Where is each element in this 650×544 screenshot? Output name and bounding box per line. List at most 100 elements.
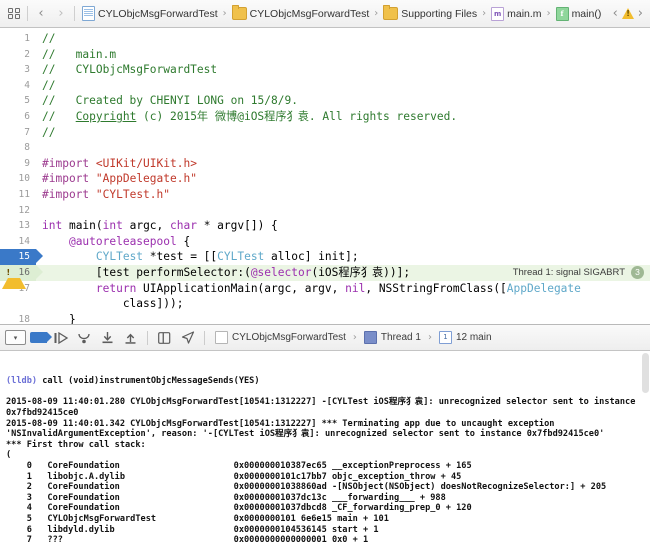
line-number[interactable]: 10 [0,171,36,187]
simulate-location-button[interactable] [177,328,198,347]
line-number[interactable]: 7 [0,125,36,141]
warning-triangle-icon[interactable] [2,267,26,289]
console-scrollbar[interactable] [642,353,649,393]
related-items-button[interactable] [4,4,24,24]
line-number[interactable]: 6 [0,109,36,125]
code-text[interactable]: CYLTest *test = [[CYLTest alloc] init]; [36,249,650,265]
code-text[interactable]: return UIApplicationMain(argc, argv, nil… [36,281,650,297]
breadcrumb-label: CYLObjcMsgForwardTest [98,8,218,20]
breadcrumb-item-file[interactable]: m main.m [489,6,543,22]
xcode-window: ‹ › CYLObjcMsgForwardTest › CYLObjcMsgFo… [0,0,650,544]
line-number[interactable]: 12 [0,203,36,219]
debug-crumb-thread[interactable]: Thread 1 [362,331,423,344]
code-line: 4// [0,78,650,94]
code-line: 14 @autoreleasepool { [0,234,650,250]
code-token: #import [42,172,89,185]
breadcrumb-item-supporting-files[interactable]: Supporting Files [381,6,479,21]
navigate-forward-button[interactable]: › [51,4,71,24]
breadcrumb-item-symbol[interactable]: f main() [554,6,604,22]
console-log-line: 2015-08-09 11:40:01.280 CYLObjcMsgForwar… [6,397,646,408]
console-text: 2015-08-09 11:40:01.280 CYLObjcMsgForwar… [6,397,635,407]
code-token: // [42,32,55,45]
breadcrumb-item-project[interactable]: CYLObjcMsgForwardTest [80,5,220,22]
code-text[interactable] [36,203,650,219]
code-text[interactable]: class])); [36,296,650,312]
chevron-right-icon: › [353,332,357,343]
console-log-line: 0x7fbd92415ce0 [6,408,646,419]
code-line: 9#import <UIKit/UIKit.h> [0,156,650,172]
debug-console[interactable]: (lldb) call (void)instrumentObjcMessageS… [0,351,650,544]
console-log-line: 1 libobjc.A.dylib 0x0000000101c17bb7 obj… [6,472,646,483]
divider [27,6,28,21]
line-number[interactable]: 15 [0,249,36,265]
code-line: 8 [0,140,650,156]
code-token: // [42,126,55,139]
runtime-issue-badge[interactable]: Thread 1: signal SIGABRT3 [505,266,646,279]
code-token: int [103,219,123,232]
code-token: nil [345,282,365,295]
debug-crumb-process[interactable]: CYLObjcMsgForwardTest [213,331,348,344]
console-text: 3 CoreFoundation 0x00000001037dc13c ___f… [6,493,446,503]
next-issue-button[interactable]: › [638,7,643,20]
debug-view-hierarchy-button[interactable] [154,328,175,347]
document-icon [82,6,95,21]
code-text[interactable]: } [36,312,650,324]
code-token: alloc] init]; [264,250,358,263]
code-text[interactable]: #import <UIKit/UIKit.h> [36,156,650,172]
code-token: Copyright [76,110,137,123]
breadcrumb: CYLObjcMsgForwardTest › CYLObjcMsgForwar… [80,5,613,22]
breadcrumb-item-group[interactable]: CYLObjcMsgForwardTest [230,6,372,21]
code-token [42,250,96,263]
step-out-button[interactable] [120,328,141,347]
console-log-line: 7 ??? 0x0000000000000001 0x0 + 1 [6,535,646,544]
line-number[interactable]: 8 [0,140,36,156]
thread-icon [364,331,377,344]
line-number[interactable]: 11 [0,187,36,203]
step-into-button[interactable] [97,328,118,347]
warning-triangle-icon[interactable] [622,8,634,19]
hide-console-button[interactable]: ▾ [5,328,26,347]
code-text[interactable]: #import "CYLTest.h" [36,187,650,203]
code-line: 2// main.m [0,47,650,63]
debug-view-hierarchy-icon [158,332,171,344]
line-number[interactable]: 3 [0,62,36,78]
console-output: (lldb) call (void)instrumentObjcMessageS… [6,376,646,544]
code-text[interactable]: @autoreleasepool { [36,234,650,250]
source-editor[interactable]: 1//2// main.m3// CYLObjcMsgForwardTest4/… [0,28,650,324]
code-token: (c) 2015年 微博@iOS程序犭袁. All rights reserve… [136,110,457,123]
debug-bar: ▾ [0,324,650,351]
navigate-back-button[interactable]: ‹ [31,4,51,24]
code-text[interactable] [36,140,650,156]
code-text[interactable]: #import "AppDelegate.h" [36,171,650,187]
console-text: 2 CoreFoundation 0x00000001038860ad -[NS… [6,482,606,492]
code-text[interactable]: // main.m [36,47,650,63]
console-text: 'NSInvalidArgumentException', reason: '-… [6,429,604,439]
code-text[interactable]: // CYLObjcMsgForwardTest [36,62,650,78]
line-number[interactable]: 13 [0,218,36,234]
console-text: 6 libdyld.dylib 0x0000000104536145 start… [6,525,379,535]
step-over-button[interactable] [74,328,95,347]
line-number[interactable]: 18 [0,312,36,324]
line-number[interactable]: 5 [0,93,36,109]
code-text[interactable]: // [36,31,650,47]
line-number[interactable]: 4 [0,78,36,94]
line-number[interactable]: 1 [0,31,36,47]
debug-crumb-frame[interactable]: 1 12 main [437,331,494,344]
line-number[interactable]: 2 [0,47,36,63]
code-token: char [170,219,197,232]
breakpoints-toggle-button[interactable] [28,328,49,347]
line-number[interactable]: 9 [0,156,36,172]
code-text[interactable]: // Copyright (c) 2015年 微博@iOS程序犭袁. All r… [36,109,650,125]
console-log-line: 3 CoreFoundation 0x00000001037dc13c ___f… [6,493,646,504]
previous-issue-button[interactable]: ‹ [613,7,618,20]
code-text[interactable]: // [36,125,650,141]
code-text[interactable]: int main(int argc, char * argv[]) { [36,218,650,234]
chevron-left-icon: ‹ [38,7,43,20]
chevron-right-icon: › [223,8,227,19]
step-over-icon [77,332,92,344]
code-text[interactable]: // Created by CHENYI LONG on 15/8/9. [36,93,650,109]
line-number[interactable]: 14 [0,234,36,250]
code-text[interactable]: // [36,78,650,94]
line-number[interactable] [0,296,36,312]
continue-button[interactable] [51,328,72,347]
